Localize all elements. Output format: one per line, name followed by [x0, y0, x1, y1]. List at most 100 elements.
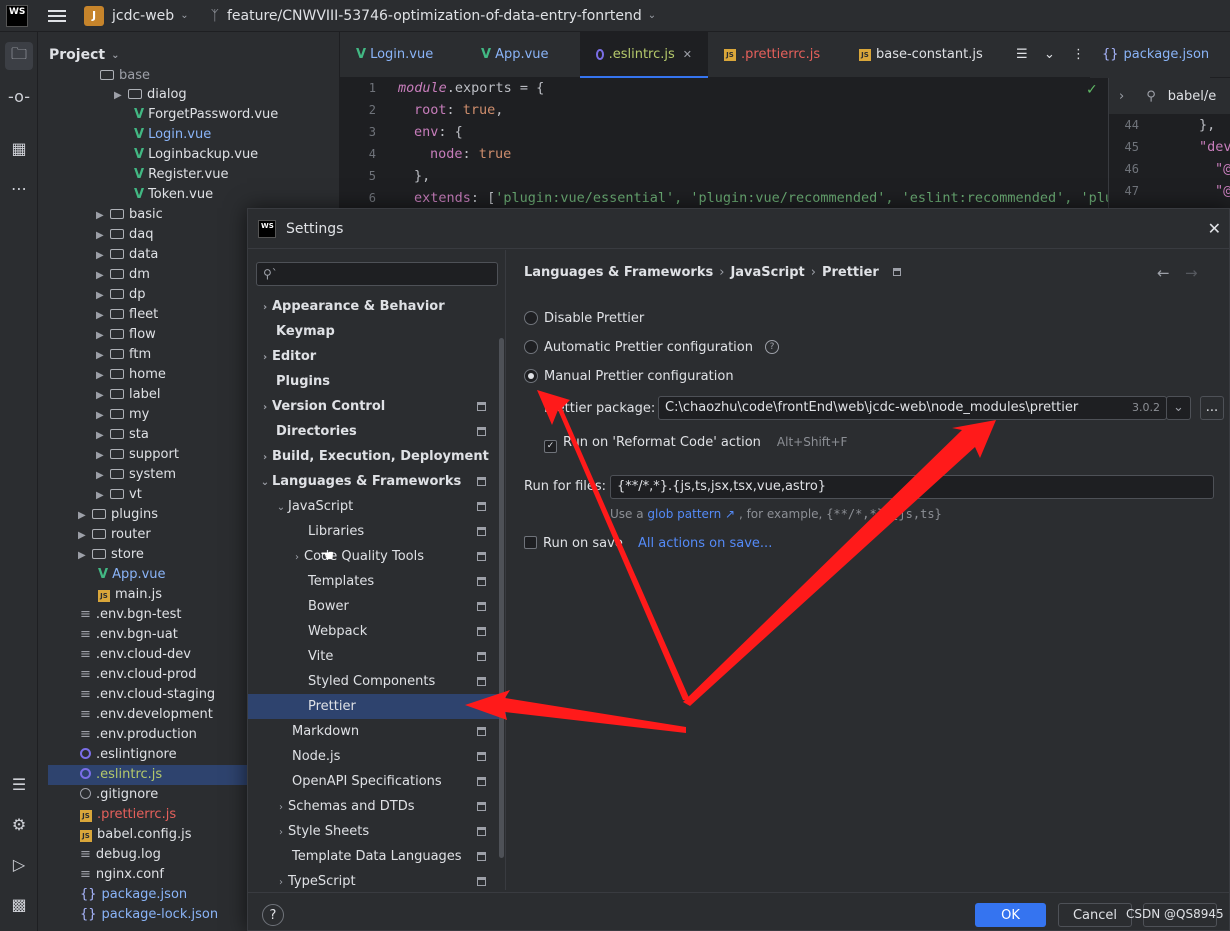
- tree-folder[interactable]: base: [100, 66, 150, 86]
- back-arrow-icon[interactable]: ←: [1157, 264, 1170, 282]
- tab-package-json[interactable]: {} package.json: [1090, 31, 1210, 78]
- tree-folder[interactable]: ▶ system: [96, 465, 176, 485]
- tree-folder[interactable]: ▶ vt: [96, 485, 142, 505]
- project-panel-title[interactable]: Project: [49, 47, 105, 63]
- branch-name[interactable]: feature/CNWVIII-53746-optimization-of-da…: [227, 8, 642, 24]
- tab-eslintrc[interactable]: .eslintrc.js ✕: [580, 31, 708, 78]
- commit-icon[interactable]: -o-: [5, 82, 33, 110]
- tree-file[interactable]: {} package.json: [80, 885, 187, 905]
- tree-file[interactable]: ≡ nginx.conf: [80, 865, 164, 885]
- run-icon[interactable]: ▷: [5, 850, 33, 878]
- nav-schemas-dtds[interactable]: › Schemas and DTDs: [248, 794, 498, 819]
- nav-webpack[interactable]: Webpack: [248, 619, 498, 644]
- tree-file[interactable]: JS .prettierrc.js: [80, 805, 176, 825]
- tree-file[interactable]: ≡ .env.bgn-uat: [80, 625, 178, 645]
- tree-file[interactable]: ≡ .env.bgn-test: [80, 605, 182, 625]
- tree-folder[interactable]: ▶ my: [96, 405, 149, 425]
- automatic-prettier-radio[interactable]: Automatic Prettier configuration?: [524, 337, 779, 357]
- tree-file[interactable]: JS babel.config.js: [80, 825, 192, 845]
- disable-prettier-radio[interactable]: Disable Prettier: [524, 308, 644, 328]
- tab-login-vue[interactable]: V Login.vue: [340, 32, 465, 78]
- tree-folder[interactable]: ▶ flow: [96, 325, 156, 345]
- chevron-down-icon[interactable]: ⌄: [648, 10, 656, 21]
- tab-app-vue[interactable]: V App.vue: [465, 32, 580, 78]
- tree-file[interactable]: {} package-lock.json: [80, 905, 218, 925]
- tree-folder[interactable]: ▶ router: [78, 525, 151, 545]
- chevron-down-icon[interactable]: ⌄: [1038, 32, 1066, 78]
- all-actions-on-save-link[interactable]: All actions on save...: [638, 536, 772, 551]
- nav-appearance[interactable]: › Appearance & Behavior: [248, 294, 498, 319]
- nav-template-data-languages[interactable]: Template Data Languages: [248, 844, 498, 869]
- nav-nodejs[interactable]: Node.js: [248, 744, 498, 769]
- recent-files-icon[interactable]: ☰: [1008, 32, 1038, 78]
- tree-file[interactable]: V Loginbackup.vue: [134, 145, 258, 165]
- project-folder-icon[interactable]: 🗀: [5, 42, 33, 70]
- tree-file-selected[interactable]: .eslintrc.js: [48, 765, 248, 785]
- tree-file[interactable]: ≡ .env.cloud-prod: [80, 665, 197, 685]
- run-on-save-checkbox[interactable]: Run on save: [524, 536, 623, 551]
- close-icon[interactable]: ✕: [1208, 219, 1221, 238]
- run-for-files-input[interactable]: {**/*,*}.{js,ts,jsx,tsx,vue,astro}: [610, 475, 1214, 499]
- chevron-down-icon[interactable]: ⌄: [180, 10, 188, 21]
- nav-version-control[interactable]: › Version Control: [248, 394, 498, 419]
- tree-file[interactable]: V Token.vue: [134, 185, 213, 205]
- settings-search-input[interactable]: ⚲ˋ: [256, 262, 498, 286]
- browse-button[interactable]: ...: [1200, 396, 1224, 420]
- structure-icon[interactable]: ▦: [5, 134, 33, 162]
- tree-file[interactable]: ≡ .env.development: [80, 705, 213, 725]
- nav-code-quality-tools[interactable]: › Code Quality Tools: [248, 544, 498, 569]
- chevron-down-icon[interactable]: ⌄: [111, 50, 119, 61]
- nav-keymap[interactable]: Keymap: [248, 319, 498, 344]
- more-vertical-icon[interactable]: ⋮: [1066, 32, 1090, 78]
- tree-folder[interactable]: ▶ dm: [96, 265, 150, 285]
- tree-folder[interactable]: ▶ fleet: [96, 305, 158, 325]
- tree-folder[interactable]: ▶ store: [78, 545, 144, 565]
- tree-file[interactable]: .gitignore: [80, 785, 158, 805]
- terminal-icon[interactable]: ▩: [5, 890, 33, 918]
- nav-templates[interactable]: Templates: [248, 569, 498, 594]
- cancel-button[interactable]: Cancel: [1058, 903, 1132, 927]
- project-name[interactable]: jcdc-web: [112, 8, 174, 24]
- tree-folder[interactable]: ▶ basic: [96, 205, 163, 225]
- nav-build[interactable]: › Build, Execution, Deployment: [248, 444, 498, 469]
- reformat-code-checkbox[interactable]: ✓ Run on 'Reformat Code' action Alt+Shift+…: [544, 435, 847, 453]
- tree-folder[interactable]: ▶ dialog: [114, 85, 187, 105]
- nav-prettier[interactable]: Prettier: [248, 694, 506, 719]
- tree-folder[interactable]: ▶ daq: [96, 225, 153, 245]
- nav-typescript[interactable]: › TypeScript: [248, 869, 498, 894]
- nav-vite[interactable]: Vite: [248, 644, 498, 669]
- nav-editor[interactable]: › Editor: [248, 344, 498, 369]
- help-icon[interactable]: ?: [764, 340, 779, 354]
- tab-prettierrc[interactable]: JS .prettierrc.js: [708, 32, 843, 78]
- tab-base-constant[interactable]: JS base-constant.js: [843, 32, 1008, 78]
- tree-file[interactable]: JS main.js: [98, 585, 162, 605]
- search-icon[interactable]: ⚲: [1146, 89, 1156, 104]
- manual-prettier-radio[interactable]: Manual Prettier configuration: [524, 366, 734, 386]
- help-icon[interactable]: ?: [262, 904, 284, 926]
- nav-markdown[interactable]: Markdown: [248, 719, 498, 744]
- nav-scrollbar[interactable]: [499, 338, 504, 858]
- todo-list-icon[interactable]: ☰: [5, 770, 33, 798]
- tree-file[interactable]: ≡ debug.log: [80, 845, 161, 865]
- nav-plugins[interactable]: Plugins: [248, 369, 498, 394]
- tree-file[interactable]: V Login.vue: [134, 125, 211, 145]
- glob-pattern-link[interactable]: glob pattern ↗: [647, 507, 735, 521]
- main-menu-icon[interactable]: [48, 9, 66, 22]
- nav-bower[interactable]: Bower: [248, 594, 498, 619]
- search-text[interactable]: babel/e: [1168, 89, 1216, 104]
- tree-file[interactable]: V Register.vue: [134, 165, 228, 185]
- tree-folder[interactable]: ▶ dp: [96, 285, 146, 305]
- tree-file[interactable]: ≡ .env.cloud-dev: [80, 645, 191, 665]
- nav-openapi[interactable]: OpenAPI Specifications: [248, 769, 498, 794]
- nav-libraries[interactable]: Libraries: [248, 519, 498, 544]
- chevron-right-icon[interactable]: ›: [1119, 89, 1124, 104]
- nav-javascript[interactable]: ⌄ JavaScript: [248, 494, 498, 519]
- tree-folder[interactable]: ▶ ftm: [96, 345, 151, 365]
- tree-file[interactable]: ≡ .env.cloud-staging: [80, 685, 215, 705]
- ok-button[interactable]: OK: [975, 903, 1046, 927]
- package-dropdown-button[interactable]: ⌄: [1166, 396, 1191, 420]
- prettier-package-field[interactable]: C:\chaozhu\code\frontEnd\web\jcdc-web\no…: [658, 396, 1167, 420]
- tree-folder[interactable]: ▶ plugins: [78, 505, 158, 525]
- tree-folder[interactable]: ▶ home: [96, 365, 166, 385]
- close-icon[interactable]: ✕: [683, 48, 692, 61]
